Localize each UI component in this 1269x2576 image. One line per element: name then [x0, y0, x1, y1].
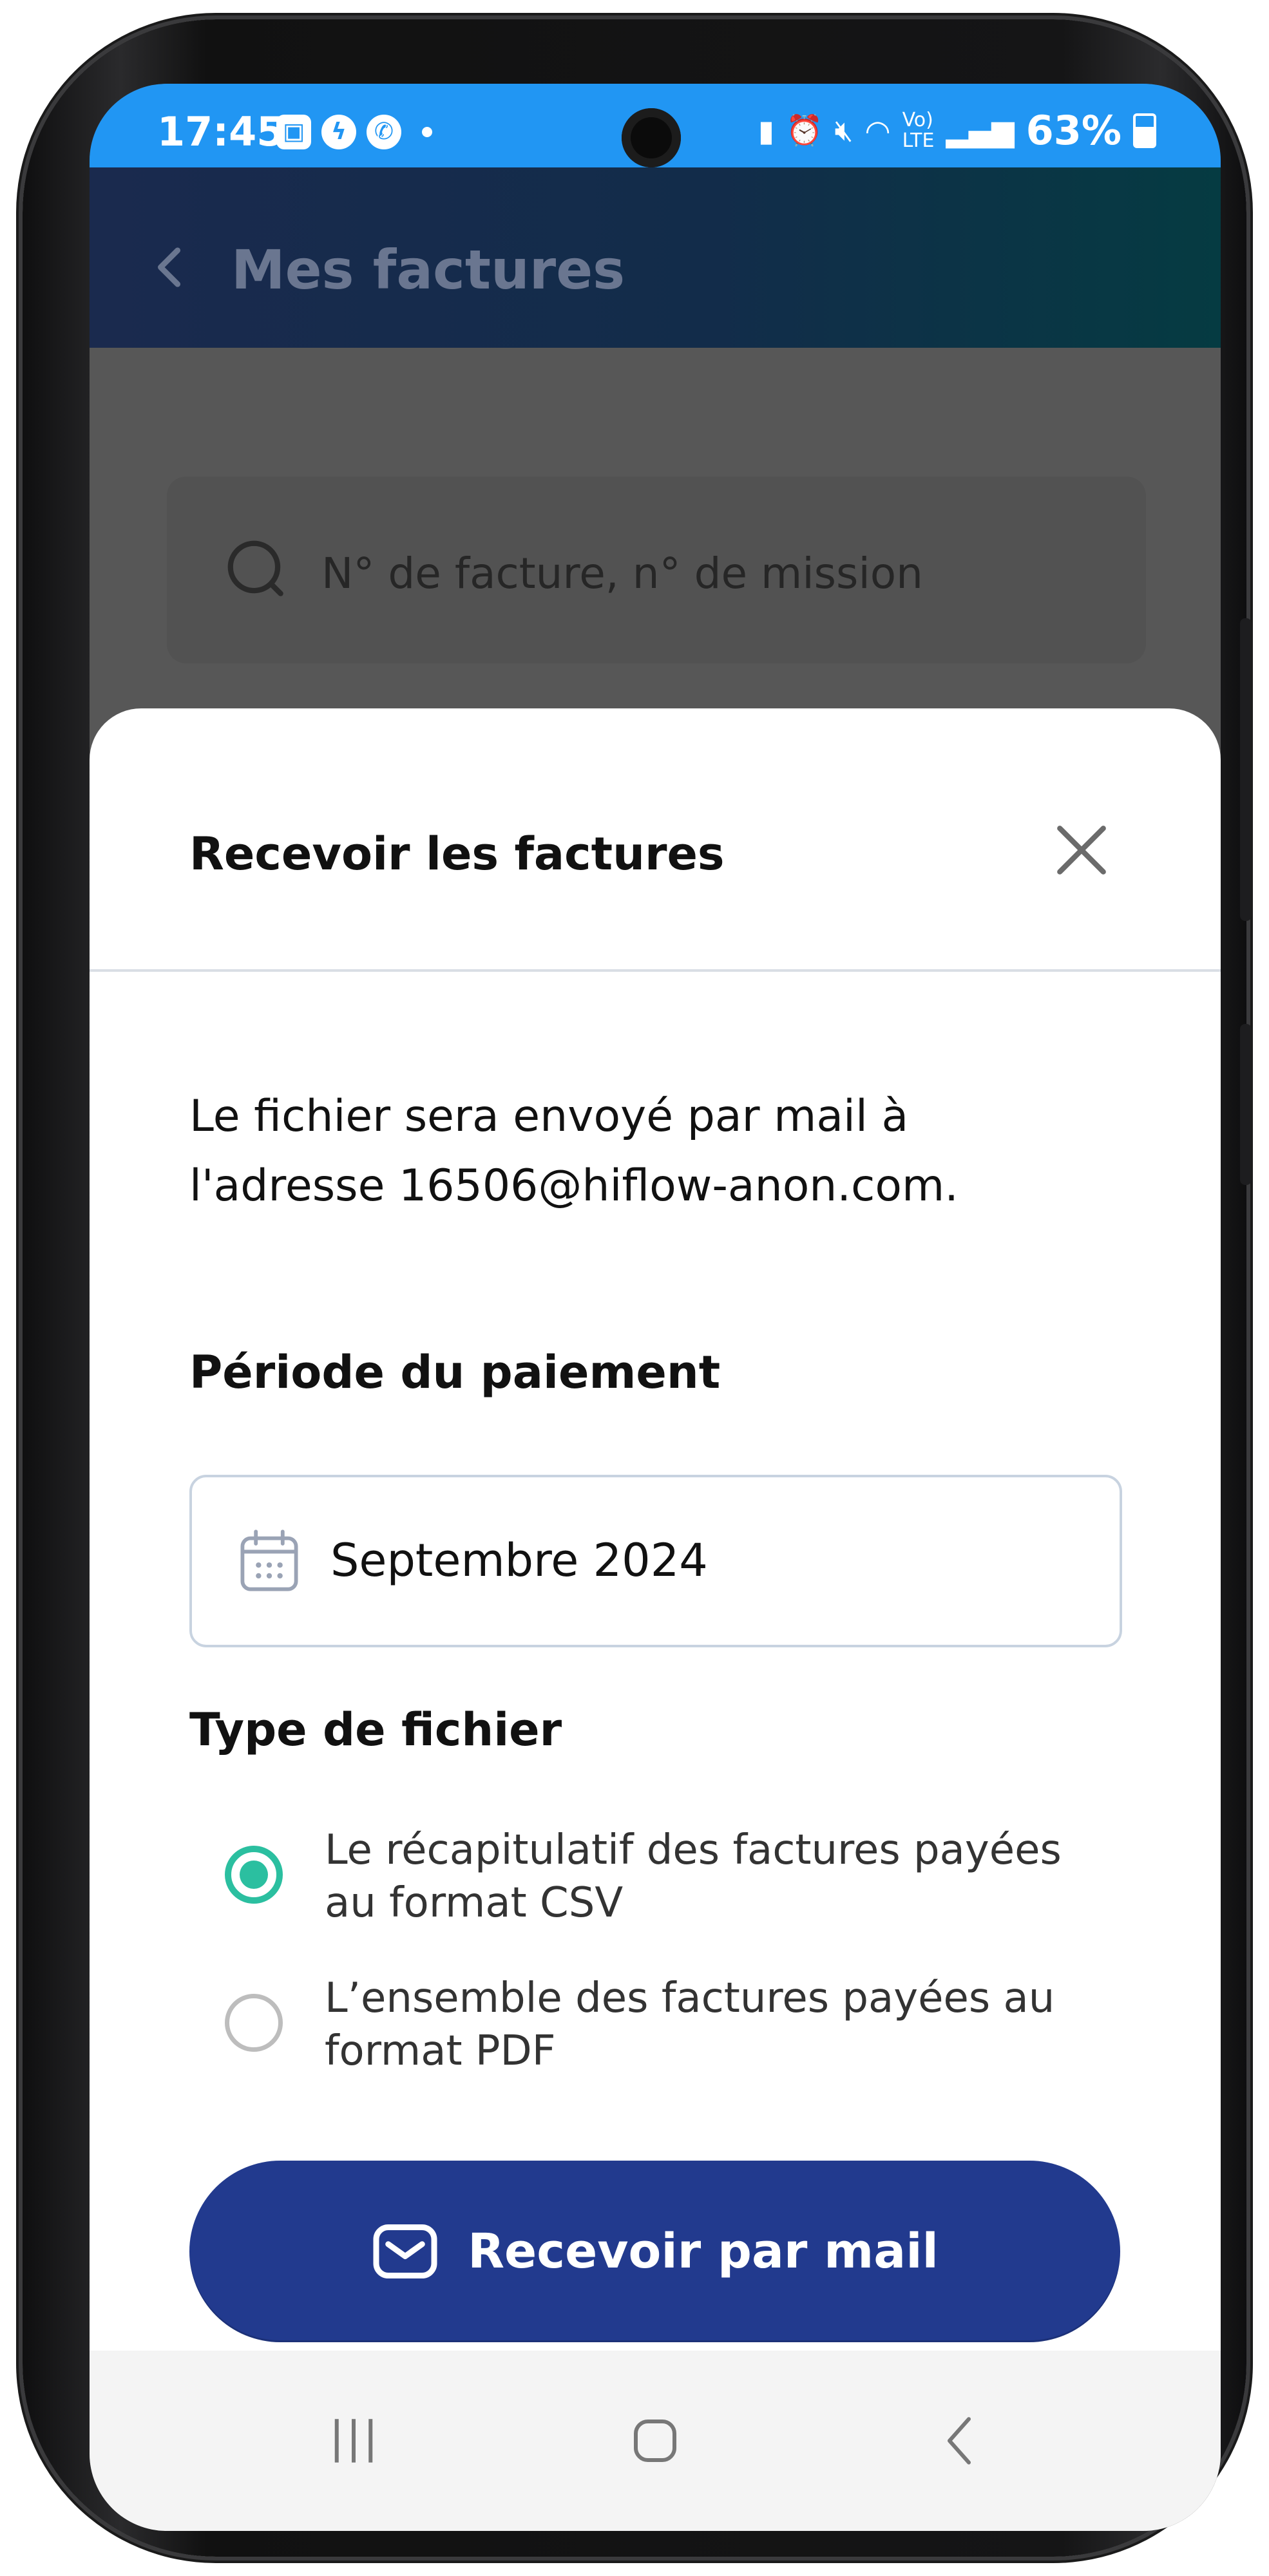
signal-icon: ▂▄▆ [946, 113, 1015, 148]
page-title: Mes factures [231, 238, 625, 301]
option-csv-line-2: au format CSV [325, 1879, 624, 1927]
volume-button [1240, 1024, 1252, 1185]
search-icon [227, 540, 283, 596]
recent-apps-button[interactable] [309, 2402, 399, 2479]
back-icon [948, 2417, 971, 2465]
bottom-sheet: Recevoir les factures Le fichier sera en… [90, 708, 1221, 2351]
gallery-icon: ▣ [276, 115, 311, 149]
notification-icons: ▣ ϟ ✆ [276, 115, 432, 149]
period-label: Période du paiement [189, 1346, 721, 1399]
calendar-icon [240, 1530, 298, 1591]
app-header: Mes factures [90, 167, 1221, 348]
period-value: Septembre 2024 [330, 1534, 708, 1587]
phone-frame: 17:45 ▣ ϟ ✆ ▮ ⏰ 🔇︎ ◠ Vo) LTE ▂▄▆ 63% Mes… [23, 19, 1252, 2557]
option-pdf-line-2: format PDF [325, 2027, 556, 2075]
battery-saver-icon: ▮ [758, 113, 775, 148]
close-icon [1057, 826, 1106, 875]
chevron-left-icon [158, 247, 181, 287]
info-text: Le fichier sera envoyé par mail à l'adre… [189, 1082, 1123, 1221]
home-button[interactable] [610, 2402, 700, 2479]
more-notifications-dot [422, 127, 432, 137]
search-input[interactable]: N° de facture, n° de mission [167, 477, 1146, 663]
option-csv[interactable]: Le récapitulatif des factures payées au … [189, 1826, 1130, 1964]
back-button[interactable] [135, 232, 205, 303]
system-icons: ▮ ⏰ 🔇︎ ◠ Vo) LTE ▂▄▆ 63% [758, 107, 1156, 154]
screen: 17:45 ▣ ϟ ✆ ▮ ⏰ 🔇︎ ◠ Vo) LTE ▂▄▆ 63% Mes… [90, 84, 1221, 2531]
option-pdf-line-1: L’ensemble des factures payées au [325, 1975, 1055, 2022]
battery-percentage: 63% [1026, 107, 1121, 154]
system-back-button[interactable] [914, 2402, 1004, 2479]
radio-unselected[interactable] [225, 1994, 283, 2052]
phone-mockup: 17:45 ▣ ϟ ✆ ▮ ⏰ 🔇︎ ◠ Vo) LTE ▂▄▆ 63% Mes… [0, 0, 1269, 2576]
option-pdf-label: L’ensemble des factures payées au format… [325, 1972, 1130, 2078]
close-button[interactable] [1043, 811, 1120, 889]
whatsapp-icon: ✆ [367, 115, 401, 149]
status-time: 17:45 [157, 108, 285, 155]
sheet-divider [90, 969, 1221, 972]
file-type-label: Type de fichier [189, 1703, 562, 1756]
period-field[interactable]: Septembre 2024 [189, 1475, 1122, 1647]
battery-icon [1133, 113, 1156, 148]
front-camera [622, 108, 681, 167]
option-csv-line-1: Le récapitulatif des factures payées [325, 1826, 1062, 1874]
radio-selected[interactable] [225, 1846, 283, 1904]
recent-apps-icon [334, 2419, 373, 2463]
system-nav-bar [90, 2351, 1221, 2531]
messenger-icon: ϟ [321, 115, 356, 149]
option-pdf[interactable]: L’ensemble des factures payées au format… [189, 1975, 1130, 2112]
info-line-1: Le fichier sera envoyé par mail à [189, 1091, 909, 1142]
status-bar: 17:45 ▣ ϟ ✆ ▮ ⏰ 🔇︎ ◠ Vo) LTE ▂▄▆ 63% [90, 84, 1221, 167]
receive-by-mail-button[interactable]: Recevoir par mail [189, 2161, 1120, 2342]
sheet-title: Recevoir les factures [189, 828, 725, 880]
option-csv-label: Le récapitulatif des factures payées au … [325, 1824, 1130, 1929]
receive-by-mail-label: Recevoir par mail [468, 2224, 939, 2279]
power-button [1240, 618, 1252, 921]
info-line-2: l'adresse 16506@hiflow-anon.com. [189, 1160, 959, 1211]
home-icon [634, 2420, 676, 2462]
search-placeholder: N° de facture, n° de mission [321, 549, 923, 598]
volte-icon: Vo) LTE [902, 108, 935, 152]
wifi-icon: ◠ [864, 113, 891, 148]
alarm-icon: ⏰ [786, 113, 823, 147]
mail-icon [373, 2224, 437, 2278]
mute-icon: 🔇︎ [834, 112, 854, 147]
